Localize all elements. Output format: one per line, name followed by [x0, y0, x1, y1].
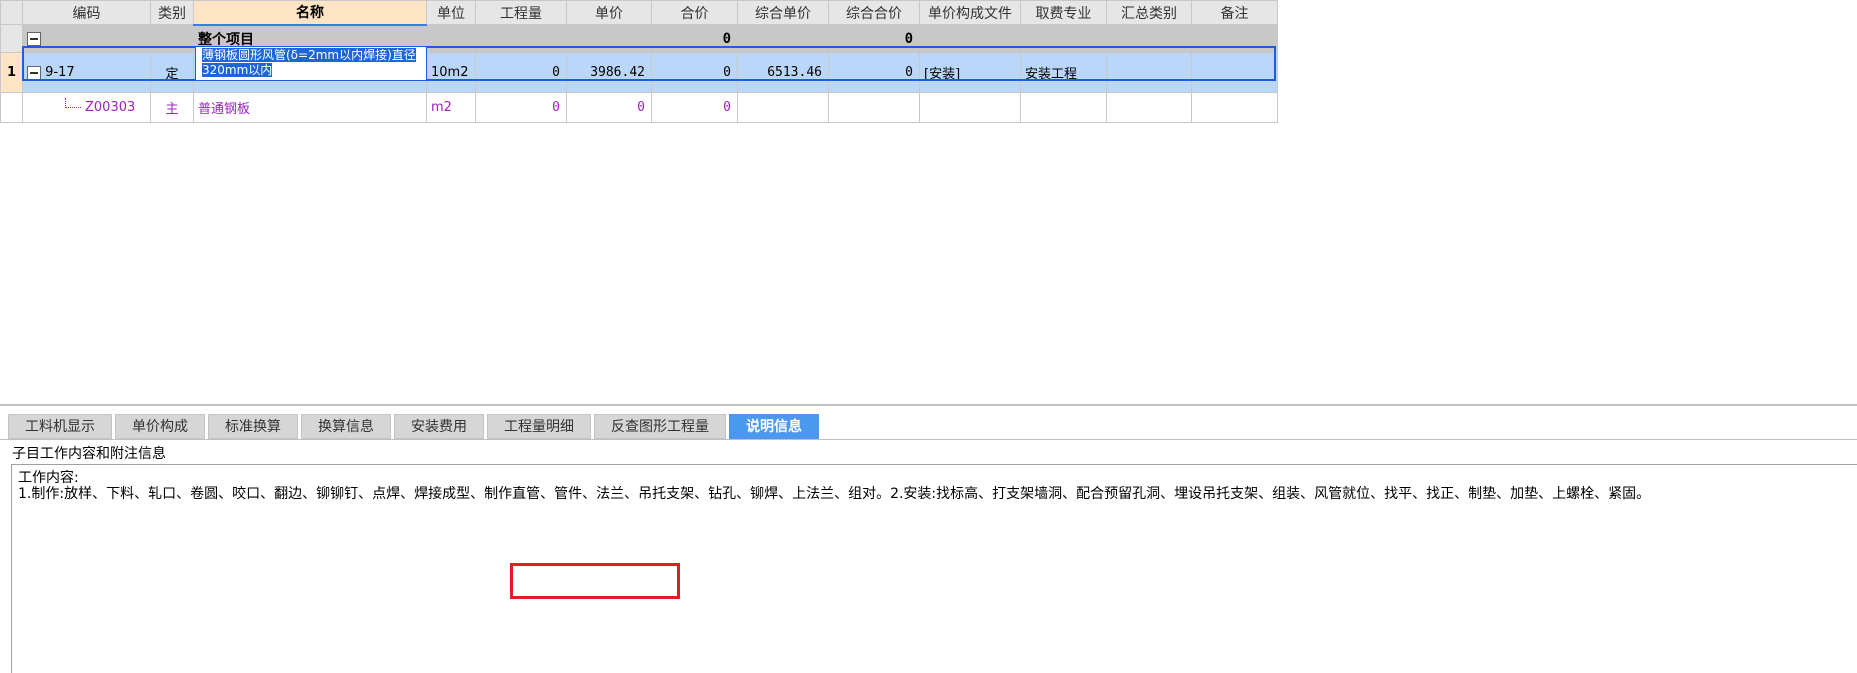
name-cell-editor-text: 薄钢板圆形风管(δ=2mm以内焊接)直径320mm以内 [202, 48, 416, 77]
cell-type[interactable]: 定 [150, 52, 194, 93]
cell-unit[interactable]: m2 [426, 92, 476, 123]
col-header-comp-total[interactable]: 综合合价 [828, 0, 920, 25]
cell-unit-price[interactable]: 0 [566, 92, 652, 123]
cell-price-file[interactable] [919, 24, 1021, 53]
header-corner[interactable] [0, 0, 23, 25]
detail-panel: 工料机显示 单价构成 标准换算 换算信息 安装费用 工程量明细 反查图形工程量 … [0, 404, 1857, 673]
cell-total[interactable]: 0 [651, 24, 738, 53]
cell-remark[interactable] [1191, 52, 1278, 93]
tab-labor-material-machine[interactable]: 工料机显示 [8, 414, 112, 439]
cell-fee-major[interactable]: 安装工程 [1020, 52, 1107, 93]
cell-remark[interactable] [1191, 92, 1278, 123]
cell-total[interactable]: 0 [651, 92, 738, 123]
tab-quantity-detail[interactable]: 工程量明细 [487, 414, 591, 439]
cell-comp-unit-price[interactable]: 6513.46 [737, 52, 829, 93]
col-header-total[interactable]: 合价 [651, 0, 738, 25]
col-header-price-file[interactable]: 单价构成文件 [919, 0, 1021, 25]
cell-summary-type[interactable] [1106, 24, 1192, 53]
table-row-total[interactable]: 整个项目 0 0 [0, 24, 1278, 53]
quota-grid: 编码 类别 名称 单位 工程量 单价 合价 综合单价 综合合价 单价构成文件 取… [0, 0, 1278, 123]
cell-unit-price[interactable] [566, 24, 652, 53]
col-header-name[interactable]: 名称 [193, 0, 427, 26]
cell-type[interactable]: 主 [150, 92, 194, 123]
cell-unit[interactable]: 10m2 [426, 52, 476, 93]
table-row-material[interactable]: Z00303 主 普通钢板 m2 0 0 0 [0, 92, 1278, 123]
cell-quantity[interactable] [475, 24, 567, 53]
info-line-1: 工作内容: [18, 470, 79, 486]
tab-conversion-info[interactable]: 换算信息 [301, 414, 391, 439]
col-header-summary-type[interactable]: 汇总类别 [1106, 0, 1192, 25]
cell-unit[interactable] [426, 24, 476, 53]
tab-graphic-quantity[interactable]: 反查图形工程量 [594, 414, 726, 439]
cell-summary-type[interactable] [1106, 92, 1192, 123]
tab-price-composition[interactable]: 单价构成 [115, 414, 205, 439]
cell-summary-type[interactable] [1106, 52, 1192, 93]
col-header-unit[interactable]: 单位 [426, 0, 476, 25]
cell-comp-total[interactable]: 0 [828, 24, 920, 53]
cell-quantity[interactable]: 0 [475, 52, 567, 93]
tab-standard-conversion[interactable]: 标准换算 [208, 414, 298, 439]
col-header-comp-unit-price[interactable]: 综合单价 [737, 0, 829, 25]
col-header-code[interactable]: 编码 [22, 0, 151, 25]
header-row: 编码 类别 名称 单位 工程量 单价 合价 综合单价 综合合价 单价构成文件 取… [0, 0, 1278, 26]
info-line-2: 1.制作:放样、下料、轧口、卷圆、咬口、翻边、铆铆钉、点焊、焊接成型、制作直管、… [18, 486, 1651, 502]
cell-name[interactable]: 普通钢板 [193, 92, 427, 123]
cell-code[interactable] [22, 24, 151, 53]
cell-price-file[interactable] [919, 92, 1021, 123]
col-header-remark[interactable]: 备注 [1191, 0, 1278, 25]
cell-code[interactable]: Z00303 [22, 92, 151, 123]
tabs-divider [0, 439, 1857, 440]
info-textarea[interactable]: 工作内容: 1.制作:放样、下料、轧口、卷圆、咬口、翻边、铆铆钉、点焊、焊接成型… [11, 464, 1857, 673]
col-header-quantity[interactable]: 工程量 [475, 0, 567, 25]
row-number [0, 92, 23, 123]
tab-description-info[interactable]: 说明信息 [729, 414, 819, 439]
collapse-toggle-icon[interactable] [27, 65, 41, 80]
cell-comp-total[interactable]: 0 [828, 52, 920, 93]
cell-comp-total[interactable] [828, 92, 920, 123]
cell-fee-major[interactable] [1020, 92, 1107, 123]
tab-installation-fee[interactable]: 安装费用 [394, 414, 484, 439]
cell-type[interactable] [150, 24, 194, 53]
cell-unit-price[interactable]: 3986.42 [566, 52, 652, 93]
cell-code-text: 9-17 [45, 65, 75, 80]
cell-comp-unit-price[interactable] [737, 24, 829, 53]
name-cell-editor[interactable]: 薄钢板圆形风管(δ=2mm以内焊接)直径320mm以内 [195, 46, 427, 81]
col-header-type[interactable]: 类别 [150, 0, 194, 25]
cell-price-file[interactable]: [安装] [919, 52, 1021, 93]
col-header-fee-major[interactable]: 取费专业 [1020, 0, 1107, 25]
row-number [0, 24, 23, 53]
cell-comp-unit-price[interactable] [737, 92, 829, 123]
detail-tabs: 工料机显示 单价构成 标准换算 换算信息 安装费用 工程量明细 反查图形工程量 … [8, 414, 819, 439]
tree-connector-icon [65, 98, 81, 108]
cell-total[interactable]: 0 [651, 52, 738, 93]
collapse-toggle-icon[interactable] [27, 31, 41, 46]
cell-quantity[interactable]: 0 [475, 92, 567, 123]
cell-code-text: Z00303 [85, 100, 136, 115]
cell-fee-major[interactable] [1020, 24, 1107, 53]
table-row-quota[interactable]: 1 9-17 定 10m2 0 3986.42 0 6513.46 0 [安装]… [0, 52, 1278, 93]
cell-remark[interactable] [1191, 24, 1278, 53]
col-header-unit-price[interactable]: 单价 [566, 0, 652, 25]
cell-code[interactable]: 9-17 [22, 52, 151, 93]
info-title: 子目工作内容和附注信息 [12, 446, 166, 462]
row-number: 1 [0, 52, 23, 93]
